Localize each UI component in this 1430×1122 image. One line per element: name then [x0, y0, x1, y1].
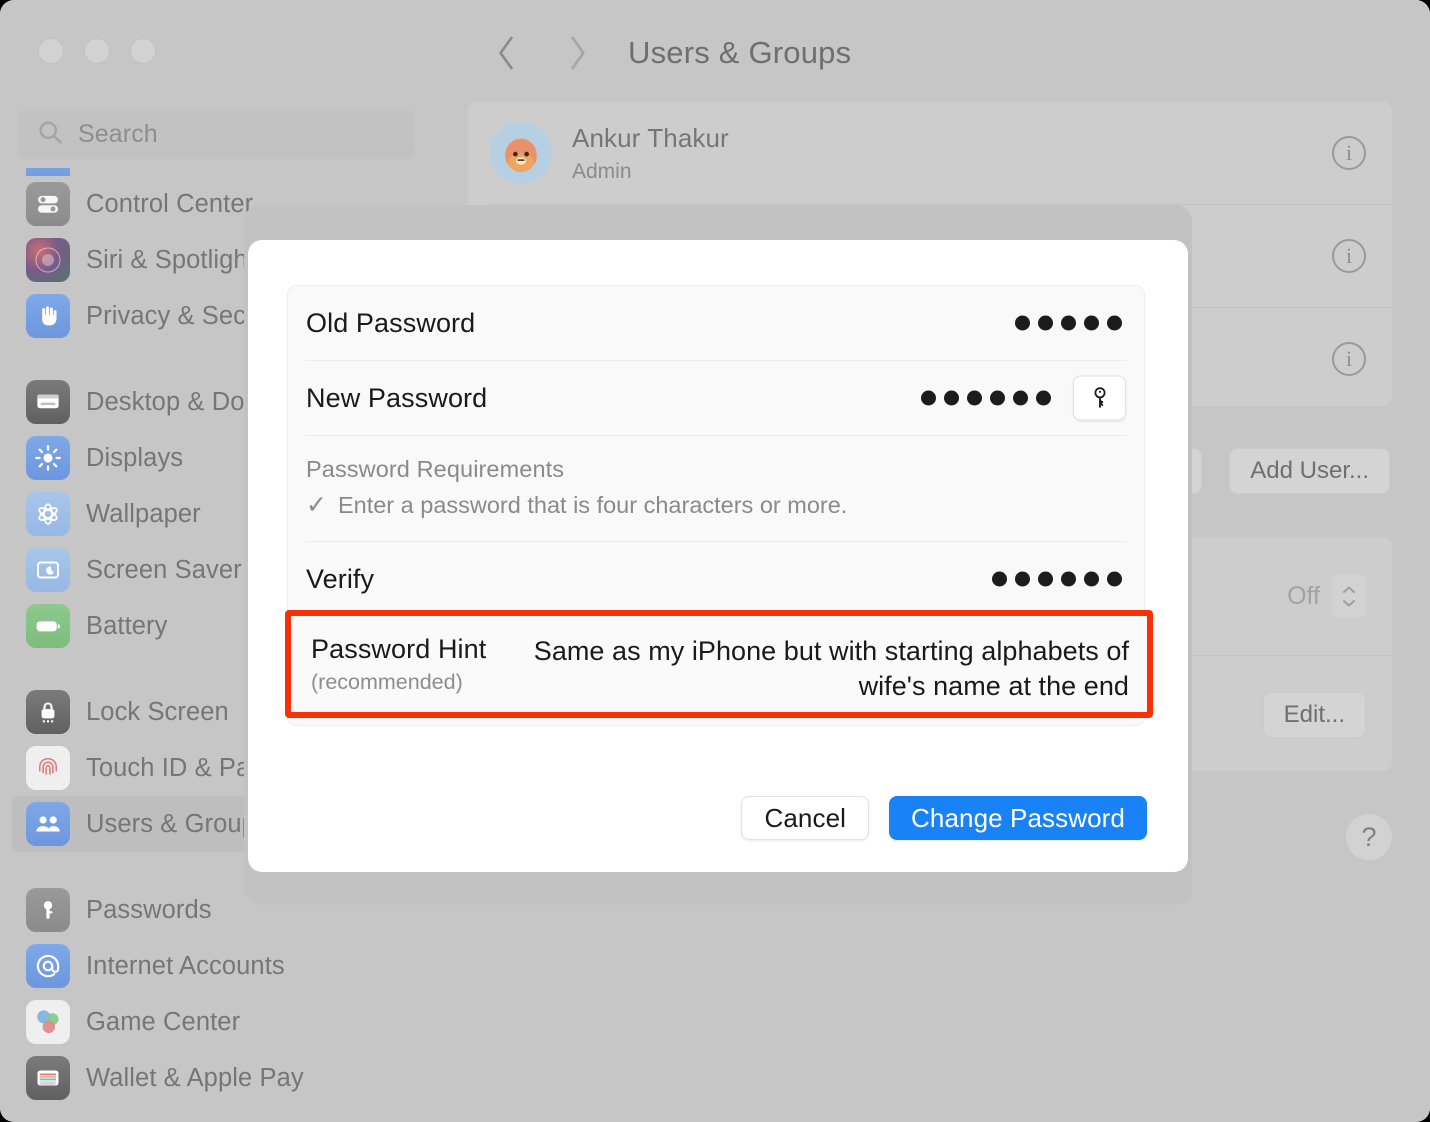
add-user-button[interactable]: Add User... [1229, 448, 1390, 494]
clipped-icon [26, 168, 70, 176]
sidebar-group-4: Passwords Internet Accounts Game Center … [0, 882, 432, 1106]
password-hint-sublabel: (recommended) [311, 670, 463, 694]
back-chevron-icon[interactable] [470, 26, 542, 80]
requirement-text: Enter a password that is four characters… [337, 492, 848, 518]
password-hint-input[interactable]: Same as my iPhone but with starting alph… [486, 634, 1129, 703]
sidebar-item-label: Desktop & Dock [86, 387, 271, 416]
table-row[interactable]: Ankur Thakur Admin i [468, 102, 1392, 204]
password-assistant-key-button[interactable] [1073, 375, 1126, 421]
requirements-title: Password Requirements [306, 456, 565, 482]
sidebar-item-clipped[interactable] [12, 168, 420, 176]
stepper-icon[interactable] [1332, 575, 1366, 617]
sidebar-item-label: Users & Groups [86, 809, 269, 838]
change-password-button[interactable]: Change Password [889, 796, 1147, 840]
info-button[interactable]: i [1332, 136, 1366, 170]
password-hint-label: Password Hint [311, 634, 487, 664]
sidebar-item-label: Lock Screen [86, 697, 229, 726]
sidebar-item-label: Game Center [86, 1007, 241, 1036]
option-control[interactable]: Off [1287, 575, 1366, 617]
old-password-value[interactable] [1015, 315, 1122, 331]
user-role: Admin [572, 159, 632, 183]
old-password-row[interactable]: Old Password [288, 286, 1144, 360]
new-password-row[interactable]: New Password [288, 361, 1144, 435]
sidebar-item-wallet-apple-pay[interactable]: Wallet & Apple Pay [12, 1050, 420, 1106]
siri-spotlight-icon [26, 238, 70, 282]
requirement-item: ✓ Enter a password that is four characte… [306, 492, 1126, 519]
cancel-button[interactable]: Cancel [741, 796, 870, 840]
sidebar-item-label: Displays [86, 443, 184, 472]
option-value: Off [1287, 581, 1320, 610]
edit-button[interactable]: Edit... [1262, 692, 1366, 738]
sidebar-item-internet-accounts[interactable]: Internet Accounts [12, 938, 420, 994]
sidebar-item-game-center[interactable]: Game Center [12, 994, 420, 1050]
verify-label: Verify [306, 563, 375, 594]
password-requirements: Password Requirements ✓ Enter a password… [288, 436, 1144, 541]
forward-chevron-icon[interactable] [542, 26, 614, 80]
close-button[interactable] [38, 38, 64, 64]
internet-accounts-icon [26, 944, 70, 988]
minimize-button[interactable] [84, 38, 110, 64]
sidebar-item-label: Screen Saver [86, 555, 242, 584]
users-groups-icon [26, 802, 70, 846]
wallpaper-icon [26, 492, 70, 536]
user-info: Ankur Thakur Admin [572, 123, 729, 184]
battery-icon [26, 604, 70, 648]
lock-screen-icon [26, 690, 70, 734]
system-settings-window: Search Control Center Siri & Spotlight P… [0, 0, 1430, 1122]
new-password-label: New Password [306, 382, 488, 413]
info-button[interactable]: i [1332, 239, 1366, 273]
passwords-icon [26, 888, 70, 932]
sidebar-item-label: Siri & Spotlight [86, 245, 255, 274]
displays-icon [26, 436, 70, 480]
zoom-button[interactable] [130, 38, 156, 64]
sidebar-item-label: Wallet & Apple Pay [86, 1063, 304, 1092]
sidebar-item-label: Control Center [86, 189, 254, 218]
change-password-sheet: Old Password New Password Password Requi… [248, 240, 1188, 872]
sidebar-item-label: Passwords [86, 895, 212, 924]
page-title: Users & Groups [628, 35, 852, 70]
check-icon: ✓ [306, 491, 327, 519]
desktop-dock-icon [26, 380, 70, 424]
user-name: Ankur Thakur [572, 122, 729, 153]
help-button[interactable]: ? [1346, 814, 1392, 860]
sheet-action-buttons: Cancel Change Password [741, 796, 1147, 840]
wallet-apple-pay-icon [26, 1056, 70, 1100]
game-center-icon [26, 1000, 70, 1044]
control-center-icon [26, 182, 70, 226]
search-placeholder: Search [78, 119, 158, 148]
info-button[interactable]: i [1332, 342, 1366, 376]
search-icon [36, 118, 64, 151]
window-traffic-lights [38, 38, 156, 64]
touch-id-icon [26, 746, 70, 790]
avatar [490, 122, 552, 184]
password-hint-row-highlighted[interactable]: Password Hint (recommended) Same as my i… [285, 610, 1153, 718]
old-password-label: Old Password [306, 307, 476, 338]
sidebar-item-label: Wallpaper [86, 499, 201, 528]
navigation-row: Users & Groups [470, 26, 851, 80]
verify-row[interactable]: Verify [288, 542, 1144, 616]
hint-label-column: Password Hint (recommended) [311, 634, 486, 695]
sidebar-item-label: Battery [86, 611, 168, 640]
sidebar-item-label: Internet Accounts [86, 951, 285, 980]
screen-saver-icon [26, 548, 70, 592]
search-input[interactable]: Search [18, 109, 414, 159]
screenshot-root: Search Control Center Siri & Spotlight P… [0, 0, 1430, 1122]
verify-value[interactable] [992, 571, 1122, 587]
new-password-value[interactable] [921, 390, 1051, 406]
privacy-security-icon [26, 294, 70, 338]
